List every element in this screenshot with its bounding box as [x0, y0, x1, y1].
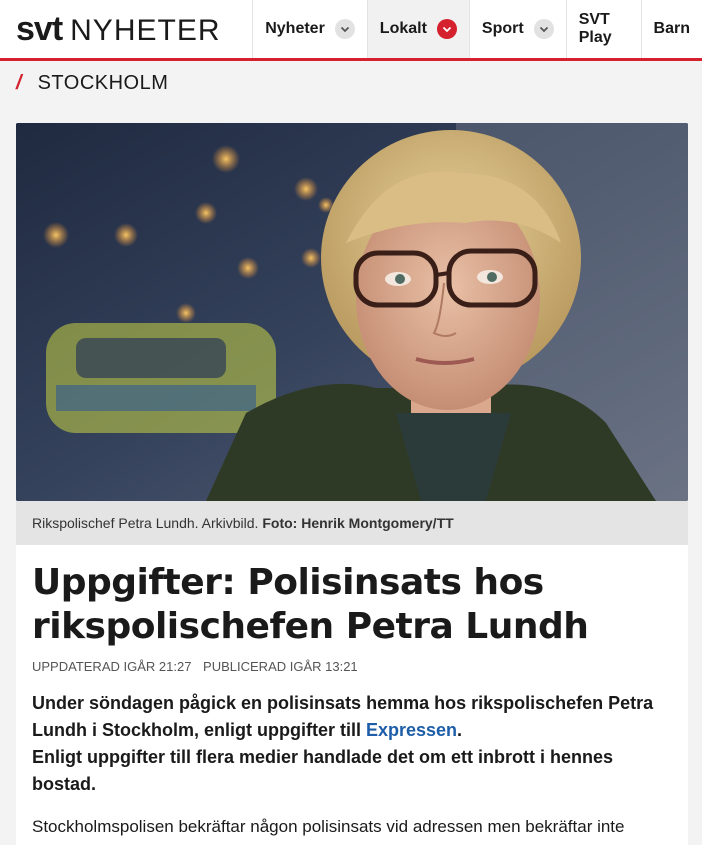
article-image — [16, 123, 688, 501]
nav-label: Nyheter — [265, 20, 325, 37]
nav-item-svt-play[interactable]: SVT Play — [565, 0, 641, 58]
svt-nyheter-logo[interactable]: svt NYHETER — [0, 10, 252, 49]
chevron-down-icon[interactable] — [436, 19, 457, 39]
logo-svt: svt — [16, 9, 63, 48]
expressen-link[interactable]: Expressen — [366, 720, 457, 740]
article-lead: Under söndagen pågick en polisinsats hem… — [32, 690, 672, 798]
caption-description: Rikspolischef Petra Lundh. Arkivbild. — [32, 515, 259, 531]
updated-time: UPPDATERAD IGÅR 21:27 — [32, 659, 192, 674]
nav-label: Barn — [653, 20, 690, 37]
chevron-down-icon[interactable] — [334, 19, 355, 39]
lead-second: Enligt uppgifter till flera medier handl… — [32, 747, 614, 794]
section-bar: / STOCKHOLM — [0, 61, 702, 105]
caption-text: Rikspolischef Petra Lundh. Arkivbild. Fo… — [16, 515, 454, 531]
nav-item-nyheter[interactable]: Nyheter — [252, 0, 367, 58]
nav-label: Lokalt — [379, 20, 427, 37]
portrait-photo — [16, 123, 688, 501]
nav-label: SVT Play — [578, 11, 612, 46]
image-caption: Rikspolischef Petra Lundh. Arkivbild. Fo… — [16, 501, 688, 545]
section-title[interactable]: STOCKHOLM — [38, 72, 169, 95]
chevron-down-icon[interactable] — [533, 19, 554, 39]
article-body: Uppgifter: Polisinsats hos rikspolischef… — [16, 545, 688, 845]
article-title: Uppgifter: Polisinsats hos rikspolischef… — [32, 562, 589, 647]
nav-item-barn[interactable]: Barn — [640, 0, 702, 58]
section-slash: / — [16, 71, 22, 94]
published-time: PUBLICERAD IGÅR 13:21 — [203, 659, 358, 674]
site-header: svt NYHETER Nyheter Lokalt Sport SVT Pla… — [0, 0, 702, 61]
nav-item-sport[interactable]: Sport — [468, 0, 566, 58]
nav-label: Sport — [481, 20, 524, 37]
nav-item-lokalt[interactable]: Lokalt — [366, 0, 469, 58]
photo-credit: Foto: Henrik Montgomery/TT — [262, 515, 454, 531]
logo-nyheter: NYHETER — [70, 13, 221, 47]
article-meta: UPPDATERAD IGÅR 21:27 PUBLICERAD IGÅR 13… — [32, 659, 672, 674]
main-nav: Nyheter Lokalt Sport SVT Play Barn — [252, 0, 702, 58]
lead-text: Under söndagen pågick en polisinsats hem… — [32, 693, 654, 740]
lead-punct: . — [457, 720, 463, 740]
